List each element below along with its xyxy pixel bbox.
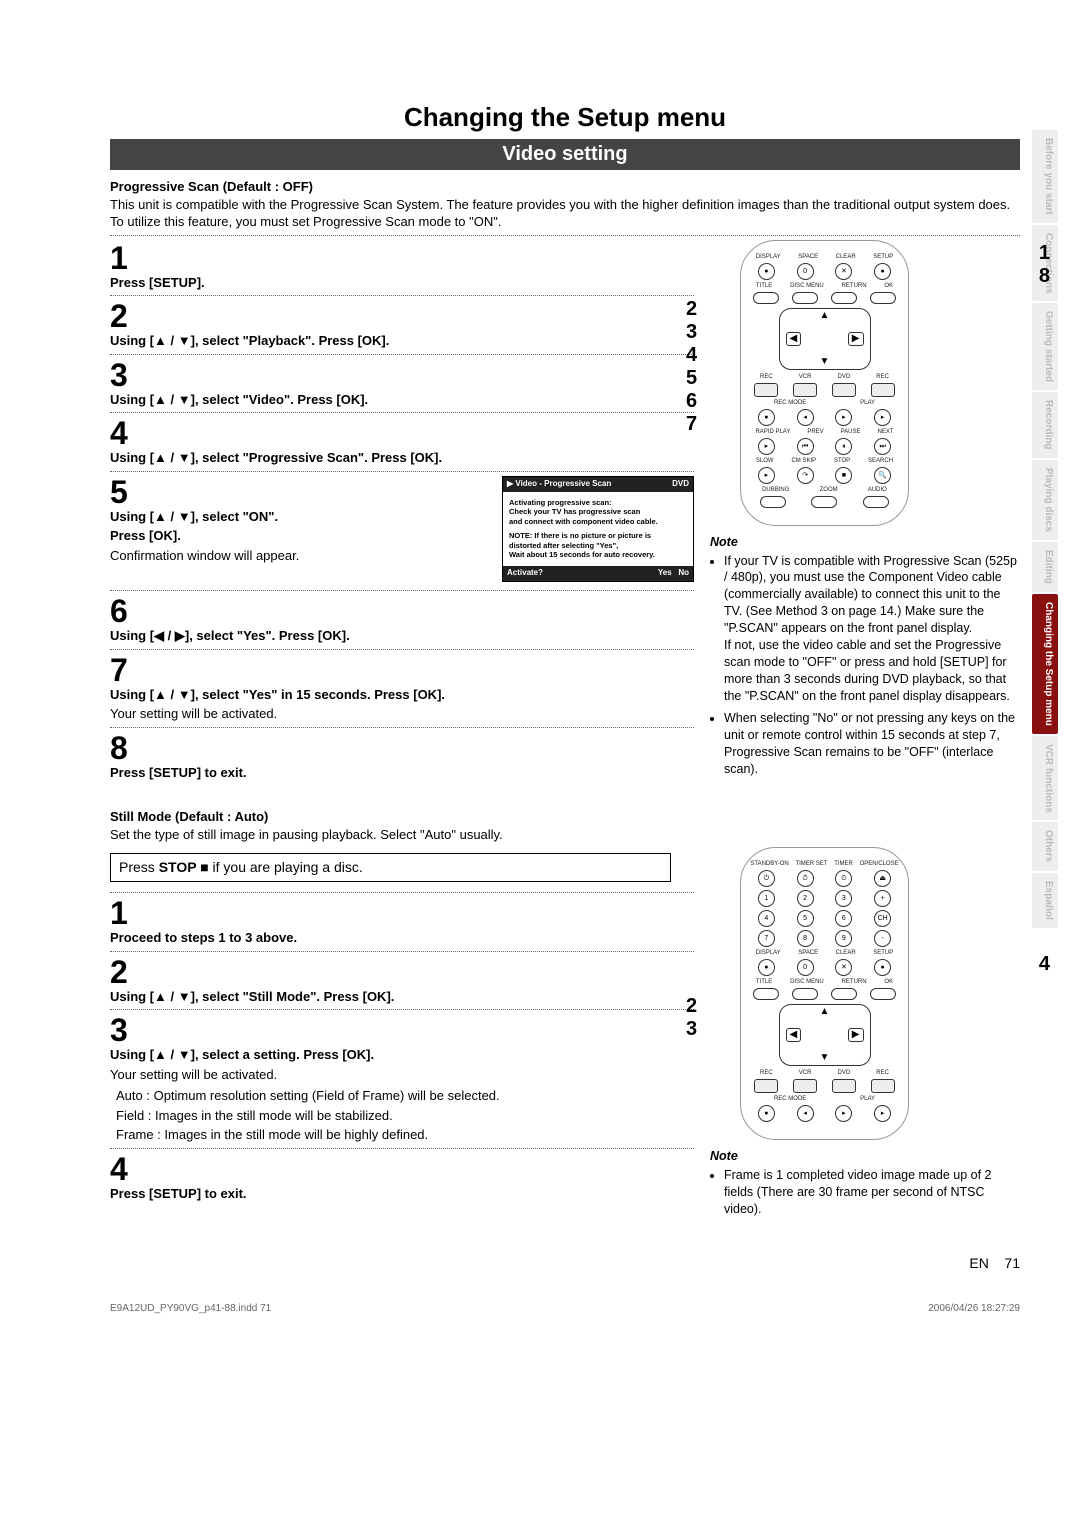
divider — [110, 1009, 694, 1010]
sidetab: Others — [1032, 822, 1058, 870]
step-number: 7 — [110, 654, 694, 686]
still-heading: Still Mode (Default : Auto) — [110, 808, 1020, 826]
callout: 234567 — [686, 298, 697, 436]
step-number: 4 — [110, 1153, 694, 1185]
note-box: Note Frame is 1 completed video image ma… — [710, 1148, 1020, 1218]
sidetab: Editing — [1032, 542, 1058, 592]
step-text: Using [▲ / ▼], select "Playback". Press … — [110, 332, 694, 350]
step-text: Using [▲ / ▼], select "Video". Press [OK… — [110, 391, 694, 409]
osd-dialog: ▶ Video - Progressive Scan DVD Activatin… — [502, 476, 694, 582]
def-auto: Auto : Optimum resolution setting (Field… — [116, 1087, 694, 1105]
divider — [110, 295, 694, 296]
dpad-icon: ▲▼ ◀▶ — [779, 1004, 871, 1066]
def-frame: Frame : Images in the still mode will be… — [116, 1126, 694, 1144]
osd-title: Video - Progressive Scan — [515, 479, 611, 488]
sidetab: VCR functions — [1032, 736, 1058, 821]
note-item: Frame is 1 completed video image made up… — [724, 1167, 1020, 1218]
step-number: 1 — [110, 242, 694, 274]
divider — [110, 1148, 694, 1149]
step-number: 2 — [110, 956, 694, 988]
divider — [110, 412, 694, 413]
step-number: 4 — [110, 417, 694, 449]
step-text: Using [▲ / ▼], select "Still Mode". Pres… — [110, 988, 694, 1006]
callout: 4 — [1039, 953, 1050, 976]
step-text: Proceed to steps 1 to 3 above. — [110, 929, 694, 947]
step-number: 8 — [110, 732, 694, 764]
divider — [110, 354, 694, 355]
step-text: Using [◀ / ▶], select "Yes". Press [OK]. — [110, 627, 694, 645]
osd-no: No — [678, 568, 689, 577]
dpad-icon: ▲▼ ◀▶ — [779, 308, 871, 370]
sidetab: Before you start — [1032, 130, 1058, 223]
step-text: Press [SETUP] to exit. — [110, 1185, 694, 1203]
step-number: 2 — [110, 300, 694, 332]
osd-line: NOTE: If there is no picture or picture … — [509, 531, 687, 541]
sidetab: Recording — [1032, 392, 1058, 457]
step-text: Using [▲ / ▼], select a setting. Press [… — [110, 1046, 694, 1064]
step-number: 6 — [110, 595, 694, 627]
divider — [110, 590, 694, 591]
step-number: 3 — [110, 359, 694, 391]
step-note: Your setting will be activated. — [110, 1066, 694, 1084]
divider — [110, 727, 694, 728]
osd-activate: Activate? — [507, 568, 543, 579]
def-field: Field : Images in the still mode will be… — [116, 1107, 694, 1125]
page-title: Changing the Setup menu — [394, 100, 736, 135]
footer-right: 2006/04/26 18:27:29 — [928, 1302, 1020, 1316]
step-note: Your setting will be activated. — [110, 705, 694, 723]
osd-line: and connect with component video cable. — [509, 517, 687, 527]
sidetab: Playing discs — [1032, 460, 1058, 540]
sidetab: Getting started — [1032, 303, 1058, 390]
print-footer: E9A12UD_PY90VG_p41-88.indd 71 2006/04/26… — [110, 1302, 1020, 1316]
step-number: 3 — [110, 1014, 694, 1046]
divider — [110, 649, 694, 650]
osd-dvd: DVD — [672, 479, 689, 490]
prog-desc: This unit is compatible with the Progres… — [110, 196, 1020, 231]
step-text: Using [▲ / ▼], select "Progressive Scan"… — [110, 449, 694, 467]
section-title: Video setting — [110, 139, 1020, 170]
divider — [110, 892, 694, 893]
sidetab-active: Changing the Setup menu — [1032, 594, 1058, 734]
divider — [110, 235, 1020, 236]
osd-yes: Yes — [658, 568, 672, 577]
page-number: EN 71 — [110, 1254, 1020, 1273]
note-title: Note — [710, 1148, 1020, 1165]
footer-left: E9A12UD_PY90VG_p41-88.indd 71 — [110, 1302, 271, 1316]
note-item: When selecting "No" or not pressing any … — [724, 710, 1020, 778]
step-text: Using [▲ / ▼], select "Yes" in 15 second… — [110, 686, 694, 704]
osd-line: Check your TV has progressive scan — [509, 507, 687, 517]
divider — [110, 471, 694, 472]
remote-figure: STANDBY-ON TIMER SET TIMER OPEN/CLOSE ⏻⏱… — [740, 847, 909, 1140]
osd-line: Wait about 15 seconds for auto recovery. — [509, 550, 687, 560]
note-title: Note — [710, 534, 1020, 551]
stop-instruction: Press STOP ■ if you are playing a disc. — [110, 853, 671, 882]
remote-figure: DISPLAY SPACE CLEAR SETUP ●0✕● TITLE DIS… — [740, 240, 909, 526]
prog-heading: Progressive Scan (Default : OFF) — [110, 178, 1020, 196]
sidetab: Español — [1032, 873, 1058, 928]
note-box: Note If your TV is compatible with Progr… — [710, 534, 1020, 778]
step-number: 1 — [110, 897, 694, 929]
callout: 23 — [686, 995, 697, 1041]
page-banner: Changing the Setup menu — [110, 100, 1020, 135]
osd-line: distorted after selecting "Yes", — [509, 541, 687, 551]
still-definitions: Auto : Optimum resolution setting (Field… — [116, 1087, 694, 1144]
osd-line: Activating progressive scan: — [509, 498, 687, 508]
step-text: Press [SETUP]. — [110, 274, 694, 292]
still-desc: Set the type of still image in pausing p… — [110, 826, 1020, 844]
callout: 18 — [1039, 242, 1050, 288]
note-item: If your TV is compatible with Progressiv… — [724, 553, 1020, 705]
step-text: Press [SETUP] to exit. — [110, 764, 694, 782]
divider — [110, 951, 694, 952]
